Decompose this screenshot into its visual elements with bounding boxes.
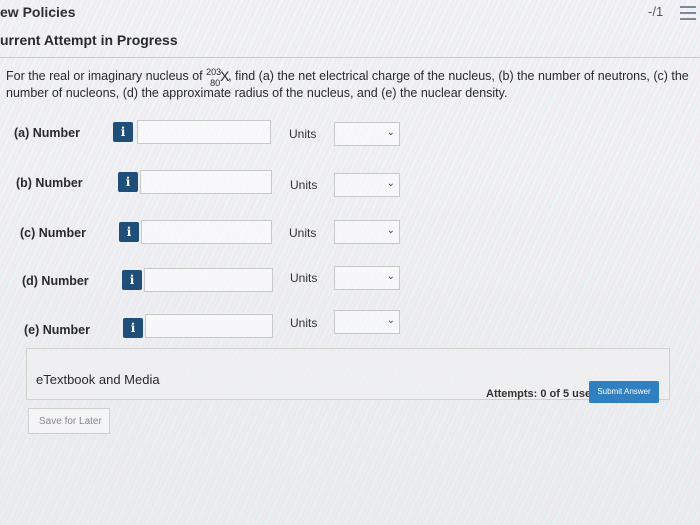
answer-row-a: (a) Number i Units ⌄ <box>0 120 700 148</box>
page-title: ew Policies <box>0 4 76 20</box>
nuclide-symbol: X <box>220 67 230 84</box>
etextbook-link[interactable]: eTextbook and Media <box>36 372 160 387</box>
units-label: Units <box>289 226 317 240</box>
number-input[interactable] <box>144 268 273 292</box>
info-icon[interactable]: i <box>118 172 138 192</box>
answer-row-d: (d) Number i Units ⌄ <box>0 266 700 296</box>
question-text: For the real or imaginary nucleus of 203… <box>6 67 696 102</box>
number-input[interactable] <box>137 120 271 144</box>
answer-row-b: (b) Number i Units ⌄ <box>0 170 700 198</box>
chevron-down-icon: ⌄ <box>386 315 395 326</box>
chevron-down-icon: ⌄ <box>386 271 395 282</box>
units-select[interactable]: ⌄ <box>334 266 400 290</box>
nuclide-notation: 203 80 X <box>206 67 230 88</box>
question-intro: For the real or imaginary nucleus of <box>6 69 207 83</box>
answer-row-c: (c) Number i Units ⌄ <box>0 220 700 248</box>
hamburger-menu-icon[interactable] <box>680 6 696 20</box>
units-select[interactable]: ⌄ <box>334 310 400 334</box>
units-label: Units <box>289 127 317 141</box>
info-icon[interactable]: i <box>123 318 143 338</box>
atomic-number: 80 <box>210 77 221 88</box>
info-icon[interactable]: i <box>122 270 142 290</box>
part-label: (e) Number <box>24 323 90 337</box>
chevron-down-icon: ⌄ <box>386 178 395 189</box>
number-input[interactable] <box>145 314 273 338</box>
number-input[interactable] <box>141 220 272 244</box>
attempts-counter: Attempts: 0 of 5 used <box>486 388 598 400</box>
units-label: Units <box>290 271 318 285</box>
chevron-down-icon: ⌄ <box>386 127 395 138</box>
save-for-later-button[interactable]: Save for Later <box>28 408 110 434</box>
part-label: (c) Number <box>20 226 86 240</box>
units-select[interactable]: ⌄ <box>334 173 400 197</box>
info-icon[interactable]: i <box>119 222 139 242</box>
units-select[interactable]: ⌄ <box>334 220 400 244</box>
part-label: (d) Number <box>22 274 89 288</box>
chevron-down-icon: ⌄ <box>386 225 395 236</box>
attempt-status: urrent Attempt in Progress <box>0 32 178 48</box>
info-icon[interactable]: i <box>113 122 133 142</box>
part-label: (a) Number <box>14 126 80 140</box>
number-input[interactable] <box>140 170 272 194</box>
units-select[interactable]: ⌄ <box>334 122 400 146</box>
submit-answer-button[interactable]: Submit Answer <box>589 381 659 403</box>
score-indicator: -/1 <box>648 4 664 19</box>
part-label: (b) Number <box>16 176 83 190</box>
answer-row-e: (e) Number i Units ⌄ <box>0 310 700 342</box>
units-label: Units <box>290 316 318 330</box>
divider <box>0 57 700 58</box>
top-bar: ew Policies -/1 <box>0 0 700 26</box>
units-label: Units <box>290 178 318 192</box>
